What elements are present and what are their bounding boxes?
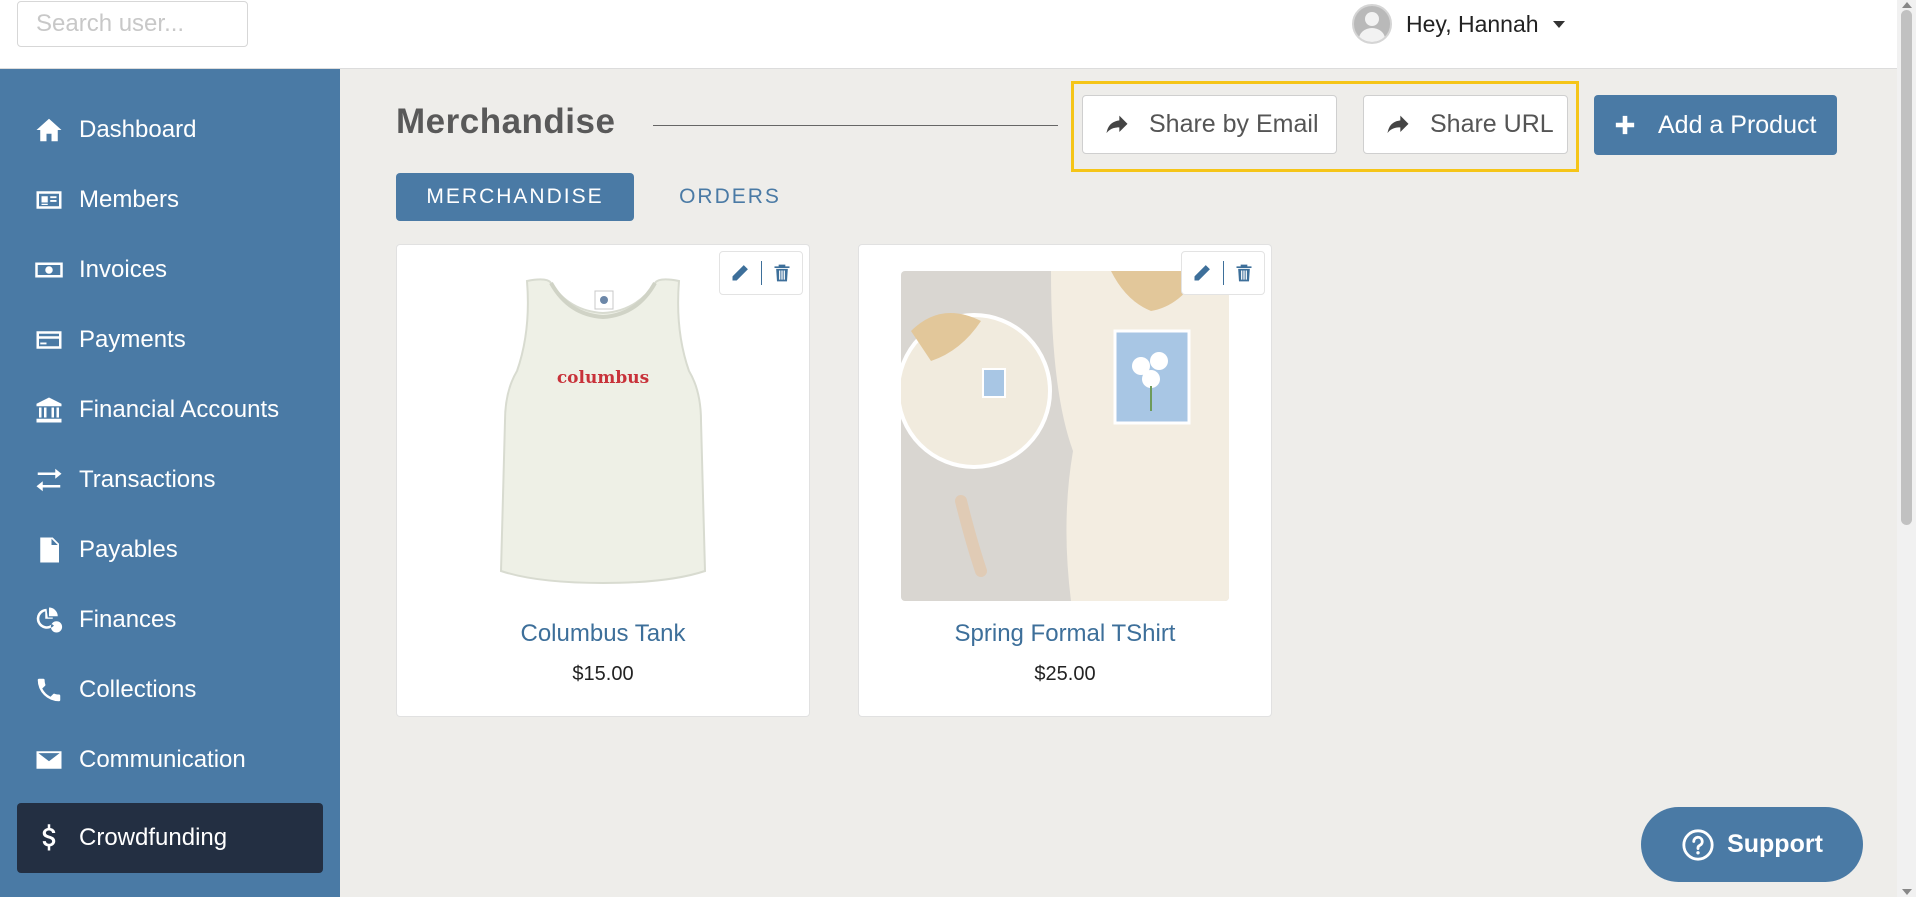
exchange-icon bbox=[31, 462, 67, 498]
product-card: columbus Columbus Tank $15.00 bbox=[396, 244, 810, 717]
pencil-icon bbox=[1194, 265, 1211, 281]
card-actions bbox=[1181, 251, 1265, 295]
product-name[interactable]: Spring Formal TShirt bbox=[859, 620, 1271, 648]
sidebar-item-label: Finances bbox=[79, 606, 177, 633]
sidebar-item-label: Dashboard bbox=[79, 116, 197, 143]
dollar-icon bbox=[31, 820, 67, 856]
share-url-button[interactable]: Share URL bbox=[1363, 95, 1568, 154]
credit-card-icon bbox=[31, 322, 67, 358]
delete-button[interactable] bbox=[1223, 252, 1264, 294]
tab-orders[interactable]: ORDERS bbox=[660, 173, 800, 221]
sidebar-item-label: Invoices bbox=[79, 256, 168, 283]
sidebar-item-label: Financial Accounts bbox=[79, 396, 280, 423]
add-product-label: Add a Product bbox=[1658, 110, 1817, 139]
product-image[interactable] bbox=[901, 271, 1229, 601]
scroll-up-icon[interactable] bbox=[1902, 2, 1912, 8]
tank-print-text: columbus bbox=[557, 368, 649, 388]
pencil-icon bbox=[732, 265, 749, 281]
product-price: $25.00 bbox=[1034, 663, 1096, 685]
money-bill-icon bbox=[31, 252, 67, 288]
share-icon bbox=[1106, 115, 1128, 133]
sidebar-item-label: Members bbox=[79, 186, 180, 213]
product-name[interactable]: Columbus Tank bbox=[397, 620, 809, 648]
support-button[interactable]: Support bbox=[1641, 807, 1863, 882]
sidebar-item-transactions[interactable]: Transactions bbox=[17, 445, 323, 515]
question-circle-icon bbox=[1682, 828, 1714, 861]
sidebar: Dashboard Members Invoices Payments Fina… bbox=[0, 69, 340, 897]
edit-button[interactable] bbox=[1182, 252, 1223, 294]
sidebar-item-label: Payments bbox=[79, 326, 186, 353]
tab-merchandise[interactable]: MERCHANDISE bbox=[396, 173, 634, 221]
top-bar: Hey, Hannah bbox=[0, 0, 1897, 69]
page-title: Merchandise bbox=[396, 102, 616, 141]
envelope-icon bbox=[31, 742, 67, 778]
sidebar-item-finances[interactable]: Finances bbox=[17, 585, 323, 655]
sidebar-item-label: Communication bbox=[79, 746, 246, 773]
bank-icon bbox=[31, 392, 67, 428]
add-product-button[interactable]: Add a Product bbox=[1594, 95, 1837, 155]
sidebar-item-label: Transactions bbox=[79, 466, 216, 493]
sidebar-item-label: Crowdfunding bbox=[79, 824, 228, 851]
pie-chart-dollar-icon bbox=[31, 602, 67, 638]
trash-icon bbox=[1236, 264, 1252, 282]
scroll-down-icon[interactable] bbox=[1902, 889, 1912, 895]
sidebar-item-collections[interactable]: Collections bbox=[17, 655, 323, 725]
edit-button[interactable] bbox=[720, 252, 761, 294]
user-menu[interactable]: Hey, Hannah bbox=[1352, 3, 1565, 45]
scrollbar-thumb[interactable] bbox=[1901, 10, 1912, 525]
delete-button[interactable] bbox=[761, 252, 802, 294]
phone-icon bbox=[31, 672, 67, 708]
title-divider bbox=[653, 125, 1058, 126]
share-by-email-label: Share by Email bbox=[1149, 110, 1319, 138]
sidebar-item-financial-accounts[interactable]: Financial Accounts bbox=[17, 375, 323, 445]
sidebar-item-members[interactable]: Members bbox=[17, 165, 323, 235]
avatar bbox=[1352, 4, 1392, 44]
sidebar-item-payables[interactable]: Payables bbox=[17, 515, 323, 585]
share-by-email-button[interactable]: Share by Email bbox=[1082, 95, 1337, 154]
sidebar-item-invoices[interactable]: Invoices bbox=[17, 235, 323, 305]
scrollbar[interactable] bbox=[1897, 0, 1916, 897]
search-input[interactable] bbox=[17, 1, 248, 47]
sidebar-item-label: Payables bbox=[79, 536, 178, 563]
sidebar-item-label: Collections bbox=[79, 676, 197, 703]
home-icon bbox=[31, 112, 67, 148]
user-greeting: Hey, Hannah bbox=[1406, 10, 1539, 37]
product-price: $15.00 bbox=[572, 663, 634, 685]
plus-icon bbox=[1615, 115, 1635, 135]
invoice-dollar-icon bbox=[31, 532, 67, 568]
sidebar-item-crowdfunding[interactable]: Crowdfunding bbox=[17, 803, 323, 873]
caret-down-icon bbox=[1552, 20, 1565, 28]
share-icon bbox=[1387, 115, 1409, 133]
card-actions bbox=[719, 251, 803, 295]
sidebar-item-communication[interactable]: Communication bbox=[17, 725, 323, 795]
id-card-icon bbox=[31, 182, 67, 218]
trash-icon bbox=[774, 264, 790, 282]
support-label: Support bbox=[1727, 830, 1823, 858]
share-url-label: Share URL bbox=[1430, 110, 1554, 138]
sidebar-item-dashboard[interactable]: Dashboard bbox=[17, 95, 323, 165]
sidebar-item-payments[interactable]: Payments bbox=[17, 305, 323, 375]
product-image[interactable]: columbus bbox=[439, 271, 767, 601]
product-card: Spring Formal TShirt $25.00 bbox=[858, 244, 1272, 717]
